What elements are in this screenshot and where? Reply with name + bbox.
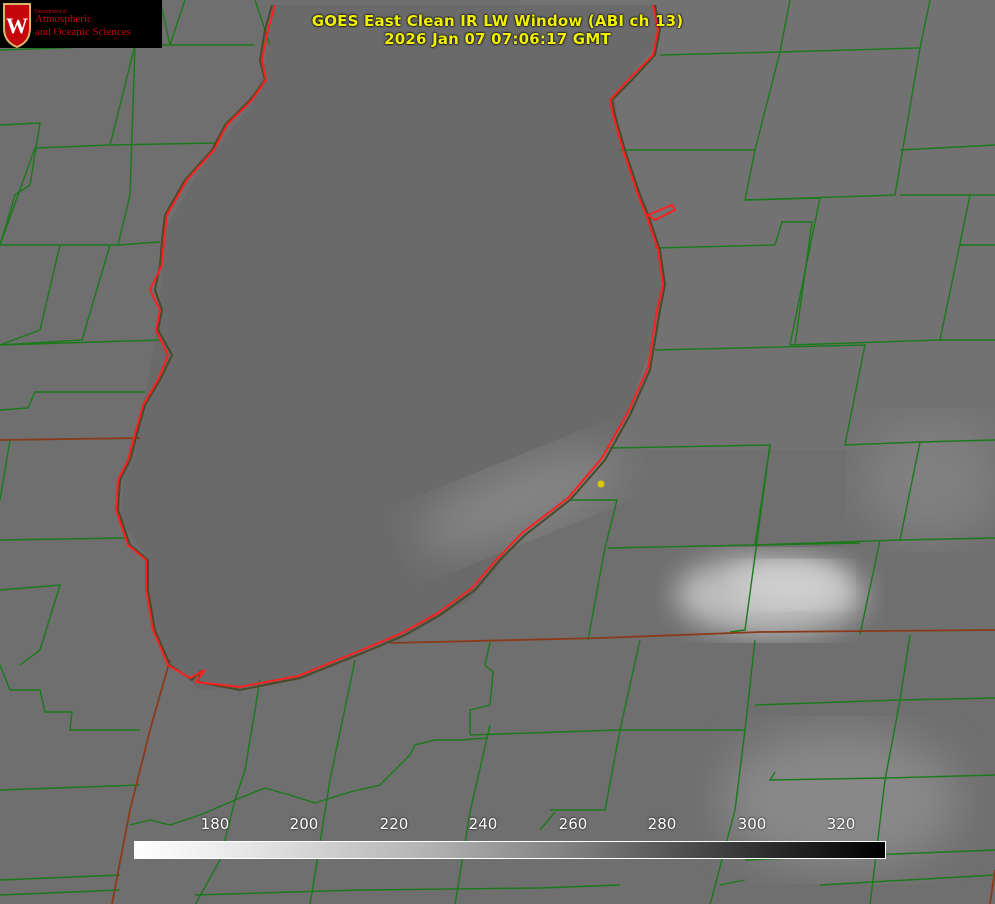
satellite-image [0, 0, 995, 904]
colorbar-tick: 180 [200, 815, 230, 833]
image-title: GOES East Clean IR LW Window (ABI ch 13) [311, 12, 684, 30]
temperature-colorbar [134, 841, 886, 859]
colorbar-tick: 240 [468, 815, 498, 833]
colorbar-tick: 260 [558, 815, 588, 833]
colorbar-tick: 280 [647, 815, 677, 833]
colorbar-tick: 200 [289, 815, 319, 833]
colorbar-tick: 320 [826, 815, 856, 833]
image-timestamp: 2026 Jan 07 07:06:17 GMT [384, 30, 611, 48]
station-dot [597, 480, 605, 488]
colorbar-tick: 220 [379, 815, 409, 833]
colorbar-tick: 300 [737, 815, 767, 833]
